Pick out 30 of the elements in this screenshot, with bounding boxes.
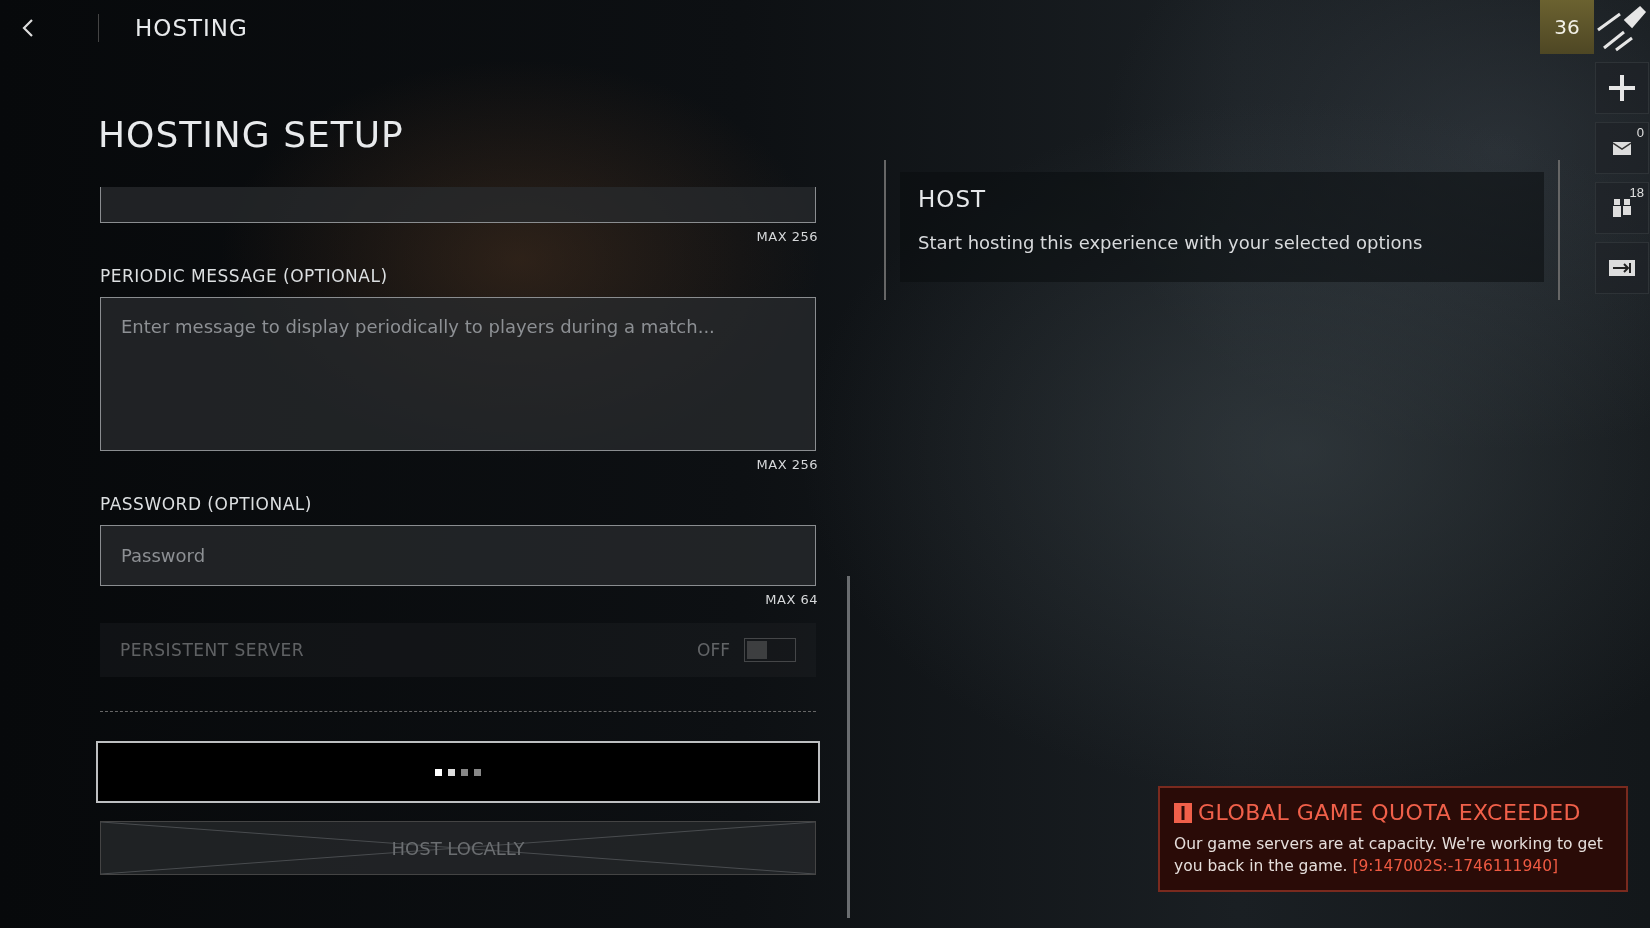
character-limit: MAX 64	[765, 592, 818, 607]
setting-label: PERSISTENT SERVER	[120, 640, 306, 660]
panel-title: HOST	[918, 186, 988, 212]
add-button[interactable]	[1595, 62, 1649, 114]
friends-button[interactable]: 18	[1595, 182, 1649, 234]
panel-description: Start hosting this experience with your selected options	[918, 232, 1424, 253]
mail-button[interactable]: 0	[1595, 122, 1649, 174]
exit-button[interactable]	[1595, 242, 1649, 294]
host-button[interactable]	[96, 741, 820, 803]
rank-badge[interactable]: 36	[1540, 0, 1594, 54]
character-limit: MAX 256	[756, 229, 818, 244]
message-field[interactable]: Enter message to display periodically to players during a match...	[100, 297, 816, 451]
notification-count: 18	[1629, 185, 1644, 200]
page-title: HOSTING SETUP	[98, 114, 405, 155]
mail-icon	[1613, 141, 1631, 155]
field-label: PERIODIC MESSAGE (OPTIONAL)	[100, 266, 389, 286]
field-label: PASSWORD (OPTIONAL)	[100, 494, 313, 514]
notification-title: GLOBAL GAME QUOTA EXCEEDED	[1198, 800, 1582, 825]
alert-icon	[1174, 802, 1192, 823]
text-field[interactable]	[100, 187, 816, 223]
password-field[interactable]: Password	[100, 525, 816, 586]
notification-message: Our game servers are at capacity. We're working to get you back in the game. [9:147002S:-1746111940]	[1174, 834, 1604, 878]
plus-icon	[1609, 75, 1635, 101]
scrollbar[interactable]	[847, 576, 850, 918]
header-title: HOSTING	[135, 15, 248, 41]
toggle-state: OFF	[697, 640, 730, 660]
exit-icon	[1609, 260, 1635, 276]
character-limit: MAX 256	[756, 457, 818, 472]
friends-icon	[1613, 199, 1631, 217]
notification-count: 0	[1636, 125, 1644, 140]
